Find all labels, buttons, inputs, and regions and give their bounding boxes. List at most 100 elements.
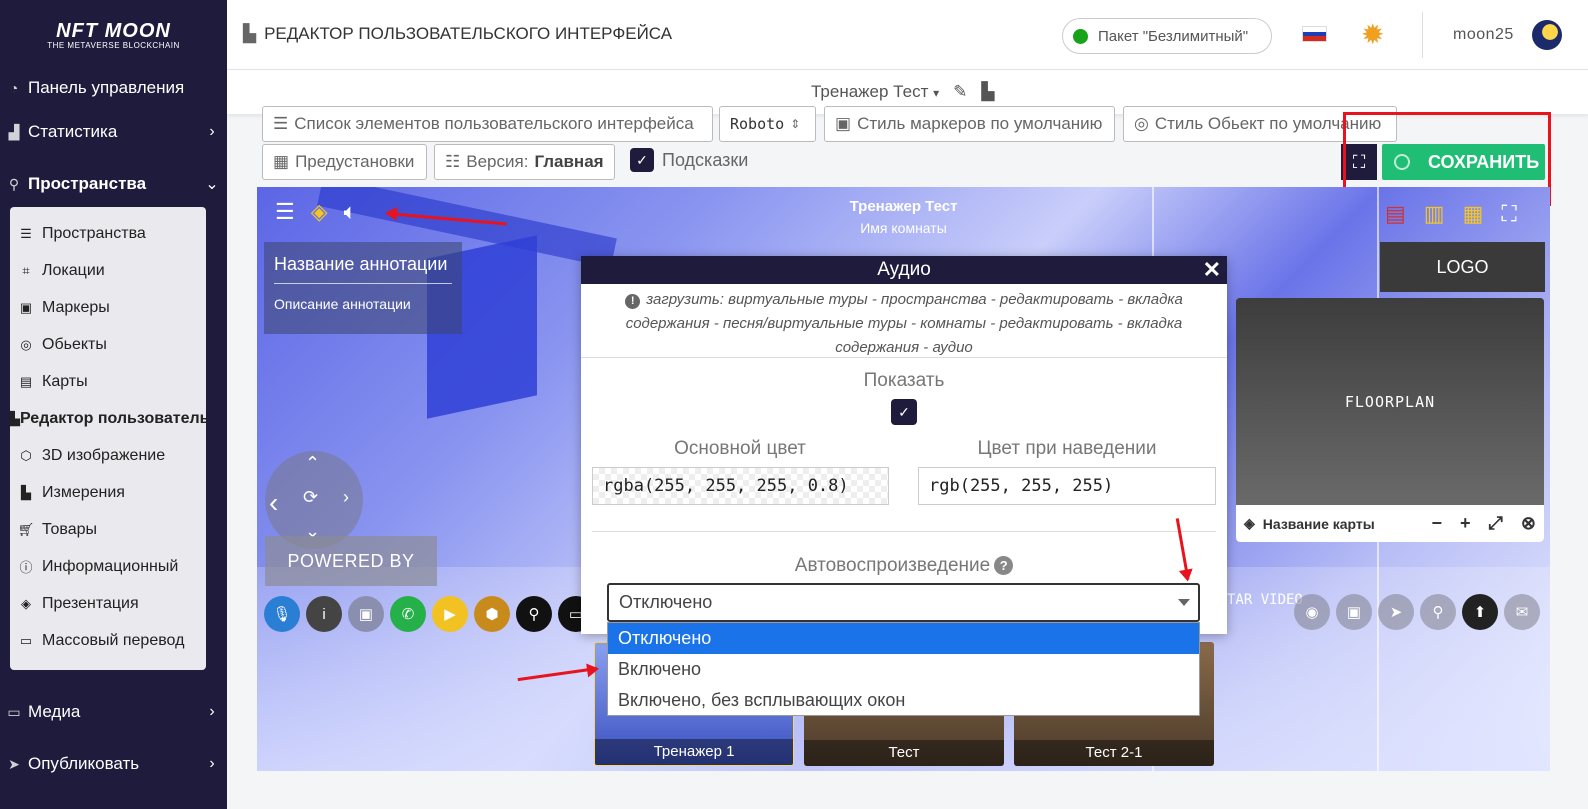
- modal-title: Аудио: [877, 259, 931, 280]
- autoplay-select[interactable]: Отключено: [607, 583, 1200, 622]
- autoplay-option-enabled-no-popups[interactable]: Включено, без всплывающих окон: [608, 685, 1199, 716]
- submenu-item-3d-image[interactable]: ⬡ 3D изображение: [10, 437, 206, 474]
- gallery-icon[interactable]: ▣: [348, 596, 384, 632]
- sidebar-item-dashboard[interactable]: ◔ Панель управления: [0, 68, 227, 108]
- modal-header: Аудио ✕: [581, 256, 1227, 284]
- submenu-item-markers[interactable]: ▣ Маркеры: [10, 289, 206, 326]
- russian-flag-icon[interactable]: [1302, 26, 1327, 42]
- brand-logo[interactable]: NFT MOON THE METAVERSE BLOCKCHAIN: [0, 0, 227, 70]
- submenu-item-info[interactable]: ⓘ Информационный: [10, 548, 206, 585]
- elements-list-button[interactable]: ☰ Список элементов пользовательского инте…: [262, 106, 713, 142]
- telegram-icon[interactable]: ➤: [1378, 594, 1414, 630]
- chevron-right-icon: ›: [209, 703, 215, 720]
- font-select[interactable]: Roboto ⇕: [719, 106, 816, 142]
- submenu-item-bulk-translate[interactable]: ▭ Массовый перевод: [10, 622, 206, 659]
- monitor-icon: ▭: [7, 703, 21, 720]
- floorplan-icon[interactable]: ▦: [1463, 201, 1484, 227]
- info-icon[interactable]: i: [306, 596, 342, 632]
- camera-icon[interactable]: ◉: [1294, 594, 1330, 630]
- ui-editor-icon[interactable]: ▙: [981, 82, 994, 102]
- checkmark-icon[interactable]: ✓: [630, 148, 654, 172]
- sun-icon[interactable]: ✹: [1361, 18, 1384, 51]
- autoplay-option-disabled[interactable]: Отключено: [608, 623, 1199, 654]
- powered-by-badge: POWERED BY: [265, 536, 437, 586]
- avatar[interactable]: [1532, 20, 1562, 50]
- submenu-item-maps[interactable]: ▤ Карты: [10, 363, 206, 400]
- sidebar-item-spaces[interactable]: ⚲ Пространства ⌄: [0, 164, 227, 204]
- sidebar-item-statistics[interactable]: ▟ Статистика ›: [0, 112, 227, 152]
- project-selector[interactable]: Тренажер Тест ▾ ✎ ▙: [811, 82, 994, 102]
- canvas-right-toolbar: ▤ ▥ ▦ ⛶: [1385, 201, 1517, 227]
- location-pin-icon[interactable]: ⚲: [1420, 594, 1456, 630]
- help-icon[interactable]: ?: [994, 556, 1014, 576]
- save-button[interactable]: СОХРАНИТЬ: [1382, 144, 1545, 180]
- layers-icon[interactable]: ◈: [311, 199, 328, 225]
- sort-icon: ⇕: [790, 117, 801, 131]
- fullscreen-icon[interactable]: ⛶: [1501, 201, 1516, 227]
- show-checkbox[interactable]: ✓: [891, 399, 917, 425]
- close-icon[interactable]: ⊗: [1521, 513, 1536, 534]
- sidebar-item-media[interactable]: ▭ Медиа ›: [0, 692, 227, 732]
- autoplay-label: Автовоспроизведение: [794, 555, 991, 576]
- submenu-item-ui-editor[interactable]: ▙Редактор пользовательского интерфейса: [10, 400, 206, 437]
- submenu-label: Измерения: [42, 483, 125, 501]
- us-flag-icon[interactable]: ▤: [1385, 201, 1406, 227]
- fullscreen-button[interactable]: ⛶: [1341, 144, 1377, 180]
- autoplay-label-wrap: Автовоспроизведение?: [581, 555, 1227, 577]
- submenu-item-presentation[interactable]: ◈ Презентация: [10, 585, 206, 622]
- hover-color-value: rgb(255, 255, 255): [929, 476, 1114, 496]
- chevron-up-icon[interactable]: ⌃: [305, 453, 320, 474]
- chat-icon[interactable]: ✉: [1504, 594, 1540, 630]
- map-icon[interactable]: ▥: [1424, 201, 1445, 227]
- object-style-button[interactable]: ◎ Стиль Обьект по умолчанию: [1123, 106, 1397, 142]
- package-badge[interactable]: Пакет "Безлимитный": [1062, 18, 1272, 54]
- hover-color-input[interactable]: rgb(255, 255, 255): [918, 467, 1216, 505]
- submenu-item-measurements[interactable]: ▙ Измерения: [10, 474, 206, 511]
- annotation-panel[interactable]: Название аннотации Описание аннотации: [264, 242, 462, 334]
- menu-icon[interactable]: ☰: [275, 199, 295, 225]
- autoplay-option-enabled[interactable]: Включено: [608, 654, 1199, 685]
- modal-note: ! загрузить: виртуальные туры - пространс…: [581, 284, 1227, 358]
- sidebar-item-label: Опубликовать: [28, 754, 140, 773]
- speaker-icon[interactable]: 🔈︎: [344, 199, 357, 225]
- plus-icon[interactable]: +: [1460, 513, 1471, 534]
- hints-toggle[interactable]: ✓ Подсказки: [630, 148, 748, 172]
- exclamation-icon: !: [625, 293, 641, 309]
- whatsapp-icon[interactable]: ✆: [390, 596, 426, 632]
- sidebar-item-label: Пространства: [28, 174, 147, 193]
- chevron-right-icon[interactable]: ›: [343, 487, 349, 508]
- diamond-icon: ◈: [21, 595, 31, 611]
- presets-button[interactable]: ▦ Предустановки: [262, 144, 427, 180]
- sidebar-item-publish[interactable]: ➤ Опубликовать ›: [0, 744, 227, 784]
- edit-icon[interactable]: ✎: [953, 82, 967, 102]
- marker-style-button[interactable]: ▣ Стиль маркеров по умолчанию: [824, 106, 1115, 142]
- version-button[interactable]: ☷ Версия: Главная: [434, 144, 615, 180]
- submenu-label: Массовый перевод: [42, 631, 185, 649]
- submenu-item-products[interactable]: 🛒︎ Товары: [10, 511, 206, 548]
- thumbnail-caption: Тест: [804, 740, 1004, 766]
- minus-icon[interactable]: −: [1431, 513, 1442, 534]
- navigation-joystick[interactable]: ⌃ ‹ › ⟳ ⌄: [265, 451, 363, 549]
- button-label: Стиль Обьект по умолчанию: [1154, 114, 1382, 133]
- submenu-item-spaces[interactable]: ☰ Пространства: [10, 215, 206, 252]
- box-icon[interactable]: ⬢: [474, 596, 510, 632]
- username[interactable]: moon25: [1453, 26, 1514, 44]
- microphone-icon[interactable]: 🎙︎: [264, 596, 300, 632]
- floorplan-widget[interactable]: FLOORPLAN ◈ Название карты − + ⤢ ⊗: [1236, 298, 1544, 542]
- layers-icon[interactable]: ◈: [1244, 515, 1255, 532]
- compass-icon[interactable]: ⬆: [1462, 594, 1498, 630]
- canvas-right-bottom-toolbar: ◉ ▣ ➤ ⚲ ⬆ ✉: [1294, 594, 1540, 630]
- project-name: Тренажер Тест: [811, 82, 929, 101]
- video-icon[interactable]: ▶: [432, 596, 468, 632]
- chevron-left-icon[interactable]: ‹: [269, 487, 278, 519]
- location-pin-icon[interactable]: ⚲: [516, 596, 552, 632]
- gallery-icon[interactable]: ▣: [1336, 594, 1372, 630]
- submenu-item-locations[interactable]: ⌗ Локации: [10, 252, 206, 289]
- rotate-icon[interactable]: ⟳: [303, 487, 318, 508]
- sidebar-item-label: Статистика: [28, 122, 118, 141]
- main-color-input[interactable]: rgba(255, 255, 255, 0.8): [592, 467, 889, 505]
- expand-icon[interactable]: ⤢: [1489, 513, 1503, 534]
- close-icon[interactable]: ✕: [1203, 256, 1221, 284]
- submenu-item-objects[interactable]: ◎ Обьекты: [10, 326, 206, 363]
- audio-modal: Аудио ✕ ! загрузить: виртуальные туры - п…: [581, 256, 1227, 634]
